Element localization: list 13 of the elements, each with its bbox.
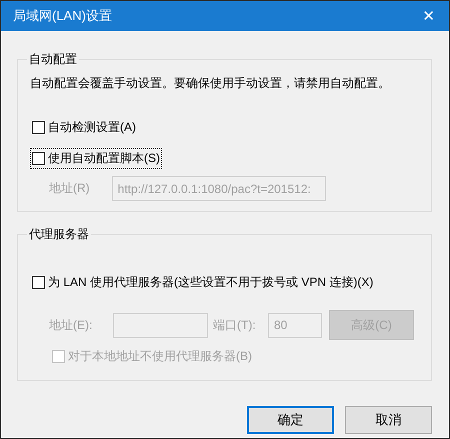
field-label: 地址(E): xyxy=(49,316,94,334)
checkbox-option[interactable]: 使用自动配置脚本(S) xyxy=(31,149,161,168)
group-title: 自动配置 xyxy=(28,51,78,68)
group-title: 代理服务器 xyxy=(28,226,90,243)
dialog-button[interactable]: 确定 xyxy=(247,406,334,434)
checkbox-option[interactable]: 为 LAN 使用代理服务器(这些设置不用于拨号或 VPN 连接)(X) xyxy=(31,273,374,292)
window-title: 局域网(LAN)设置 xyxy=(13,7,112,25)
description-text: 自动配置会覆盖手动设置。要确保使用手动设置，请禁用自动配置。 xyxy=(30,75,391,92)
field-label: 端口(T): xyxy=(213,316,257,334)
close-button[interactable]: ✕ xyxy=(418,7,439,25)
dialog-button[interactable]: 取消 xyxy=(345,406,432,434)
field-label: 地址(R) xyxy=(49,180,90,197)
checkbox-option[interactable]: 自动检测设置(A) xyxy=(31,118,137,137)
